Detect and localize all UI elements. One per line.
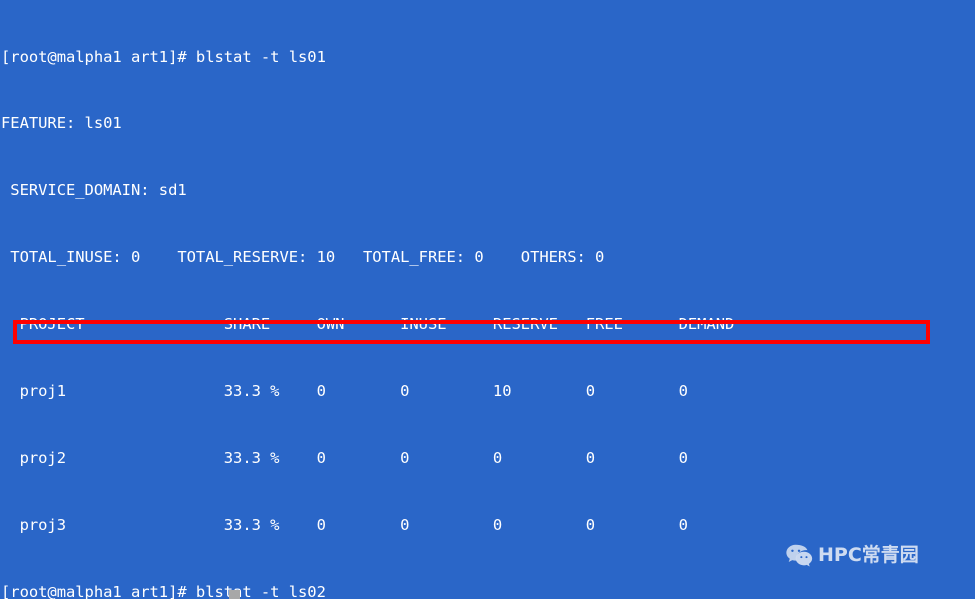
wechat-icon <box>786 544 813 567</box>
table-row: proj2 33.3 % 0 0 0 0 0 <box>1 448 688 467</box>
terminal-screen: [root@malpha1 art1]# blstat -t ls01 FEAT… <box>0 0 734 599</box>
terminal-window[interactable]: [root@malpha1 art1]# blstat -t ls01 FEAT… <box>0 0 975 599</box>
terminal-line: TOTAL_INUSE: 0 TOTAL_RESERVE: 10 TOTAL_F… <box>1 248 605 267</box>
table-header-row: PROJECT SHARE OWN INUSE RESERVE FREE DEM… <box>1 315 735 334</box>
terminal-line: FEATURE: ls01 <box>1 114 122 133</box>
terminal-line: [root@malpha1 art1]# blstat -t ls01 <box>1 47 326 66</box>
table-row: proj1 33.3 % 0 0 10 0 0 <box>1 382 688 401</box>
wechat-watermark: HPC常青园 <box>784 540 919 570</box>
table-row: proj3 33.3 % 0 0 0 0 0 <box>1 515 688 534</box>
terminal-cursor <box>229 590 240 599</box>
watermark-text: HPC常青园 <box>818 543 919 566</box>
terminal-line: SERVICE_DOMAIN: sd1 <box>1 181 187 200</box>
terminal-line: [root@malpha1 art1]# blstat -t ls02 <box>1 582 326 599</box>
